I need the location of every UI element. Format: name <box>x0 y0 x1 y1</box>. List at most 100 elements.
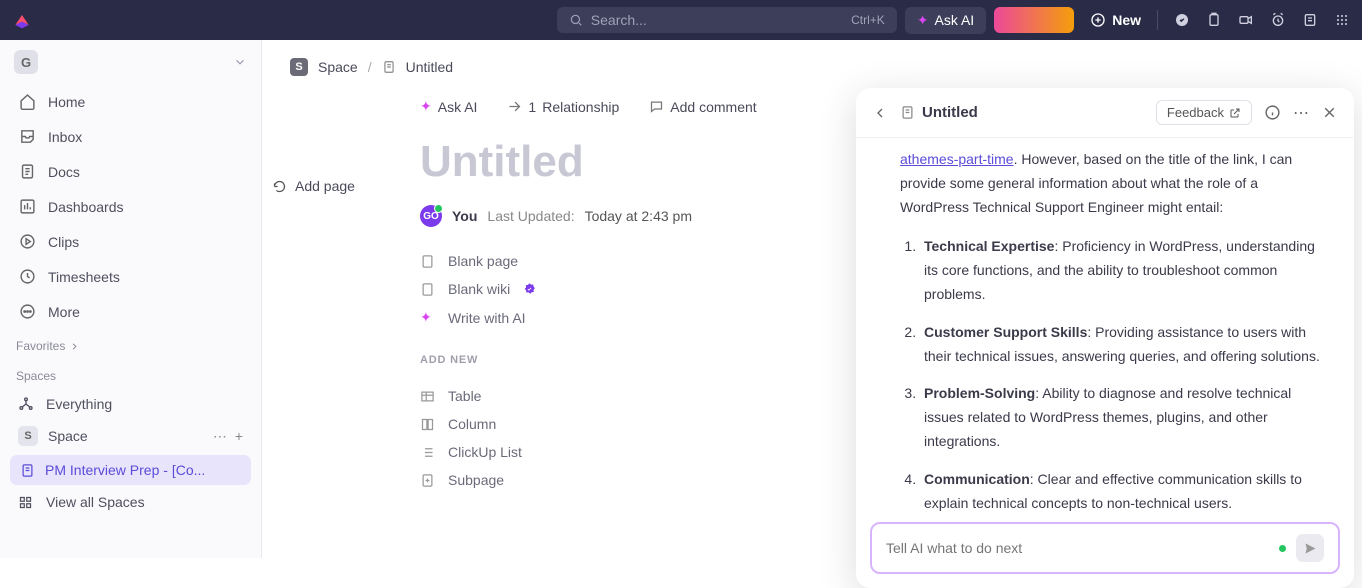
grid-icon[interactable] <box>1334 12 1350 28</box>
option-label: Blank page <box>448 253 518 269</box>
add-page-button[interactable]: Add page <box>272 178 355 194</box>
subpage-icon <box>420 473 436 488</box>
nav-label: Home <box>48 94 85 110</box>
nav-label: Timesheets <box>48 269 120 285</box>
divider <box>1157 10 1158 30</box>
relationship-label: Relationship <box>542 99 619 115</box>
doc-icon <box>20 463 35 478</box>
breadcrumb-space-badge: S <box>290 58 308 76</box>
breadcrumb-doc[interactable]: Untitled <box>406 59 453 75</box>
chevron-right-icon <box>69 341 80 352</box>
ai-text-input[interactable] <box>886 540 1269 556</box>
option-label: Subpage <box>448 472 504 488</box>
spaces-label: Spaces <box>16 369 56 383</box>
ask-ai-action[interactable]: ✦ Ask AI <box>420 98 477 115</box>
external-link-icon <box>1229 107 1241 119</box>
upgrade-button[interactable] <box>994 7 1074 33</box>
ai-panel: Untitled Feedback ⋯ athemes-part-time. H… <box>856 88 1354 588</box>
option-label: Column <box>448 416 496 432</box>
clips-icon <box>18 233 36 250</box>
grid-small-icon <box>18 495 36 510</box>
ai-item-title: Communication <box>924 471 1030 487</box>
nav-more[interactable]: More <box>0 294 261 329</box>
ai-item-title: Customer Support Skills <box>924 324 1087 340</box>
plus-circle-icon <box>1090 12 1106 28</box>
ai-input-area <box>856 512 1354 588</box>
rotate-icon <box>272 179 287 194</box>
top-bar: Search... Ctrl+K ✦ Ask AI New <box>0 0 1362 40</box>
app-logo[interactable] <box>12 10 32 30</box>
search-placeholder: Search... <box>591 12 647 28</box>
space-label: Space <box>48 428 88 444</box>
nav-timesheets[interactable]: Timesheets <box>0 259 261 294</box>
back-button[interactable] <box>872 105 888 121</box>
search-icon <box>569 13 583 27</box>
send-icon <box>1303 541 1318 556</box>
option-label: Table <box>448 388 481 404</box>
sidebar-everything[interactable]: Everything <box>0 389 261 419</box>
doc-icon <box>382 60 396 74</box>
new-label: New <box>1112 12 1141 28</box>
search-input[interactable]: Search... Ctrl+K <box>557 7 897 33</box>
ai-list-item: Technical Expertise: Proficiency in Word… <box>920 235 1320 306</box>
ai-item-title: Problem-Solving <box>924 385 1035 401</box>
option-label: Blank wiki <box>448 281 510 297</box>
view-all-label: View all Spaces <box>46 494 145 510</box>
timesheets-icon <box>18 268 36 285</box>
ask-ai-button[interactable]: ✦ Ask AI <box>905 7 986 34</box>
dots-icon[interactable]: ⋯ <box>213 428 227 445</box>
alarm-icon[interactable] <box>1270 12 1286 28</box>
search-shortcut: Ctrl+K <box>851 13 885 27</box>
home-icon <box>18 93 36 110</box>
nav-label: Inbox <box>48 129 82 145</box>
favorites-label: Favorites <box>16 339 65 353</box>
dots-icon[interactable]: ⋯ <box>1293 103 1309 123</box>
workspace-avatar: G <box>14 50 38 74</box>
check-circle-icon[interactable] <box>1174 12 1190 28</box>
favorites-section[interactable]: Favorites <box>0 329 261 359</box>
nav-inbox[interactable]: Inbox <box>0 119 261 154</box>
updated-label: Last Updated: <box>487 208 574 224</box>
nav-label: Clips <box>48 234 79 250</box>
feedback-label: Feedback <box>1167 105 1224 120</box>
status-dot <box>1279 545 1286 552</box>
column-icon <box>420 417 436 432</box>
workspace-selector[interactable]: G <box>0 40 261 84</box>
ai-link[interactable]: athemes-part-time <box>900 151 1014 167</box>
docs-icon <box>18 163 36 180</box>
sparkle-icon: ✦ <box>917 12 929 29</box>
relationship-action[interactable]: 1 Relationship <box>507 99 619 115</box>
breadcrumb-separator: / <box>368 59 372 75</box>
author-avatar: GO <box>420 205 442 227</box>
option-label: ClickUp List <box>448 444 522 460</box>
dashboards-icon <box>18 198 36 215</box>
breadcrumb-space[interactable]: Space <box>318 59 358 75</box>
spaces-section: Spaces <box>0 359 261 389</box>
feedback-button[interactable]: Feedback <box>1156 100 1252 125</box>
space-badge: S <box>18 426 38 446</box>
note-icon[interactable] <box>1302 12 1318 28</box>
nav-home[interactable]: Home <box>0 84 261 119</box>
ai-list-item: Communication: Clear and effective commu… <box>920 468 1320 512</box>
sidebar-view-all[interactable]: View all Spaces <box>0 487 261 517</box>
sidebar-space[interactable]: S Space ⋯ + <box>0 419 261 453</box>
video-icon[interactable] <box>1238 12 1254 28</box>
nav-docs[interactable]: Docs <box>0 154 261 189</box>
comment-action[interactable]: Add comment <box>649 99 756 115</box>
plus-icon[interactable]: + <box>235 428 243 445</box>
new-button[interactable]: New <box>1090 12 1141 28</box>
network-icon <box>18 396 36 412</box>
sparkle-icon: ✦ <box>420 309 436 326</box>
close-button[interactable] <box>1321 104 1338 121</box>
nav-clips[interactable]: Clips <box>0 224 261 259</box>
clipboard-icon[interactable] <box>1206 12 1222 28</box>
ai-panel-title: Untitled <box>922 104 978 121</box>
nav-dashboards[interactable]: Dashboards <box>0 189 261 224</box>
doc-icon <box>900 105 915 120</box>
ai-response-body[interactable]: athemes-part-time. However, based on the… <box>856 138 1354 512</box>
info-icon[interactable] <box>1264 104 1281 121</box>
ai-input[interactable] <box>870 522 1340 574</box>
ai-item-title: Technical Expertise <box>924 238 1054 254</box>
more-icon <box>18 303 36 320</box>
sidebar-active-doc[interactable]: PM Interview Prep - [Co... <box>10 455 251 485</box>
